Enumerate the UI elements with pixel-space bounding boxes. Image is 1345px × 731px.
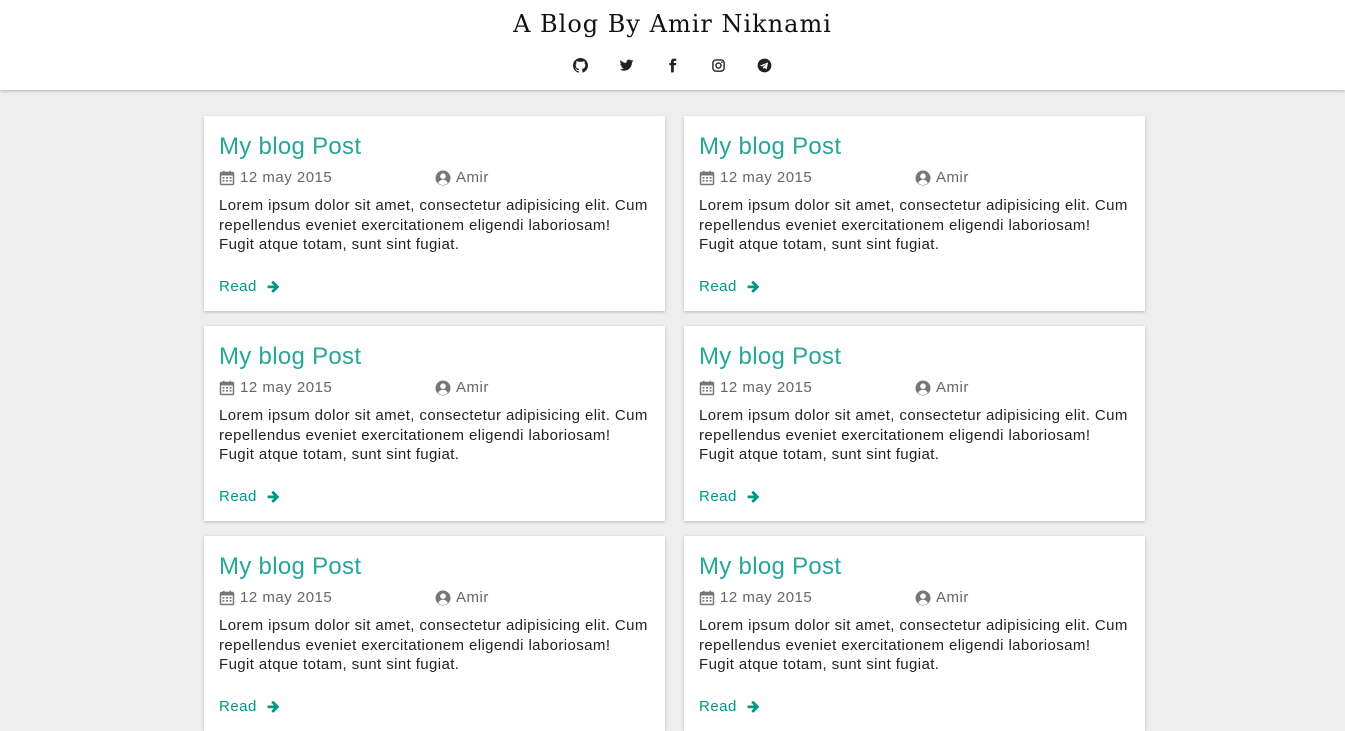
post-date: 12 may 2015 [219, 589, 332, 606]
post-excerpt: Lorem ipsum dolor sit amet, consectetur … [219, 197, 648, 253]
user-circle-icon [915, 170, 931, 185]
post-meta: 12 may 2015 Amir [219, 379, 650, 401]
calendar-icon [699, 590, 715, 605]
github-icon [573, 57, 588, 73]
post-excerpt: Lorem ipsum dolor sit amet, consectetur … [219, 617, 648, 673]
post-meta: 12 may 2015 Amir [219, 169, 650, 191]
post-grid: My blog Post 12 may 2015 Amir Lorem ipsu… [204, 116, 1145, 731]
post-date: 12 may 2015 [699, 589, 812, 606]
post-author: Amir [915, 379, 969, 396]
post-meta: 12 may 2015 Amir [699, 169, 1130, 191]
post-title[interactable]: My blog Post [699, 341, 1130, 373]
instagram-link[interactable] [710, 56, 728, 74]
calendar-icon [219, 170, 235, 185]
post-author-text: Amir [456, 379, 489, 396]
post-meta: 12 may 2015 Amir [699, 589, 1130, 611]
post-author: Amir [915, 589, 969, 606]
read-link-label: Read [699, 488, 737, 505]
post-date-text: 12 may 2015 [240, 169, 333, 186]
post-date-text: 12 may 2015 [720, 169, 813, 186]
post-date-text: 12 may 2015 [720, 379, 813, 396]
post-card: My blog Post 12 may 2015 Amir Lorem ipsu… [204, 536, 665, 731]
post-author-text: Amir [456, 169, 489, 186]
post-date-text: 12 may 2015 [720, 589, 813, 606]
read-link-label: Read [219, 488, 257, 505]
post-card: My blog Post 12 may 2015 Amir Lorem ipsu… [684, 536, 1145, 731]
arrow-right-icon [747, 280, 759, 293]
read-link[interactable]: Read [699, 488, 760, 505]
post-date-text: 12 may 2015 [240, 379, 333, 396]
post-excerpt: Lorem ipsum dolor sit amet, consectetur … [219, 407, 648, 463]
post-title[interactable]: My blog Post [699, 131, 1130, 163]
read-link[interactable]: Read [699, 698, 760, 715]
post-card: My blog Post 12 may 2015 Amir Lorem ipsu… [204, 116, 665, 311]
user-circle-icon [435, 170, 451, 185]
github-link[interactable] [572, 56, 590, 74]
social-links [0, 56, 1345, 76]
post-title[interactable]: My blog Post [219, 551, 650, 583]
read-link-label: Read [219, 278, 257, 295]
calendar-icon [699, 170, 715, 185]
post-title[interactable]: My blog Post [219, 131, 650, 163]
read-link-label: Read [219, 698, 257, 715]
post-author: Amir [435, 589, 489, 606]
calendar-icon [219, 590, 235, 605]
post-card: My blog Post 12 may 2015 Amir Lorem ipsu… [204, 326, 665, 521]
user-circle-icon [435, 380, 451, 395]
user-circle-icon [915, 590, 931, 605]
calendar-icon [699, 380, 715, 395]
instagram-icon [712, 58, 725, 72]
post-author-text: Amir [456, 589, 489, 606]
post-date: 12 may 2015 [219, 379, 332, 396]
arrow-right-icon [747, 490, 759, 503]
post-author-text: Amir [936, 379, 969, 396]
read-link[interactable]: Read [219, 278, 280, 295]
post-date-text: 12 may 2015 [240, 589, 333, 606]
arrow-right-icon [267, 280, 279, 293]
telegram-link[interactable] [756, 56, 774, 74]
read-link[interactable]: Read [219, 488, 280, 505]
facebook-icon [669, 58, 677, 72]
post-meta: 12 may 2015 Amir [699, 379, 1130, 401]
post-excerpt: Lorem ipsum dolor sit amet, consectetur … [699, 617, 1128, 673]
arrow-right-icon [267, 490, 279, 503]
post-title[interactable]: My blog Post [699, 551, 1130, 583]
site-header: A Blog By Amir Niknami [0, 0, 1345, 90]
post-title[interactable]: My blog Post [219, 341, 650, 373]
read-link[interactable]: Read [219, 698, 280, 715]
arrow-right-icon [267, 700, 279, 713]
post-author: Amir [915, 169, 969, 186]
post-author-text: Amir [936, 589, 969, 606]
calendar-icon [219, 380, 235, 395]
post-author: Amir [435, 379, 489, 396]
twitter-link[interactable] [618, 56, 636, 74]
site-title: A Blog By Amir Niknami [513, 10, 832, 38]
read-link-label: Read [699, 698, 737, 715]
post-card: My blog Post 12 may 2015 Amir Lorem ipsu… [684, 326, 1145, 521]
post-author-text: Amir [936, 169, 969, 186]
arrow-right-icon [747, 700, 759, 713]
post-card: My blog Post 12 may 2015 Amir Lorem ipsu… [684, 116, 1145, 311]
post-date: 12 may 2015 [219, 169, 332, 186]
read-link-label: Read [699, 278, 737, 295]
twitter-icon [619, 59, 634, 71]
post-author: Amir [435, 169, 489, 186]
user-circle-icon [435, 590, 451, 605]
post-excerpt: Lorem ipsum dolor sit amet, consectetur … [699, 407, 1128, 463]
user-circle-icon [915, 380, 931, 395]
post-excerpt: Lorem ipsum dolor sit amet, consectetur … [699, 197, 1128, 253]
post-date: 12 may 2015 [699, 169, 812, 186]
post-date: 12 may 2015 [699, 379, 812, 396]
read-link[interactable]: Read [699, 278, 760, 295]
post-meta: 12 may 2015 Amir [219, 589, 650, 611]
telegram-icon [757, 58, 772, 72]
facebook-link[interactable] [664, 56, 682, 74]
